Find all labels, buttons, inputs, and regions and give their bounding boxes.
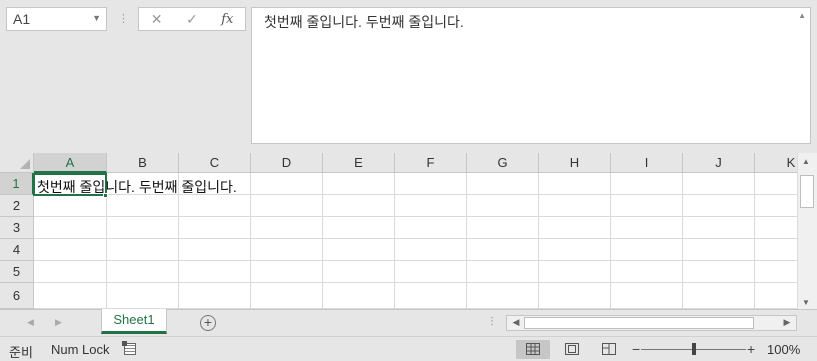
page-layout-icon [565,343,579,355]
scroll-right-icon[interactable]: ▶ [780,317,794,328]
formula-bar[interactable]: 첫번째 줄입니다. 두번째 줄입니다. ▲ [251,7,811,144]
column-header-d[interactable]: D [251,153,323,173]
worksheet-grid[interactable]: ABCDEFGHIJK 123456 첫번째 줄입니다. 두번째 줄입니다. [0,153,797,309]
chevron-down-icon[interactable]: ▼ [92,13,101,23]
row-header-3[interactable]: 3 [0,217,34,239]
gridline-horizontal [34,216,797,217]
cell-a1[interactable]: 첫번째 줄입니다. 두번째 줄입니다. [37,177,237,197]
column-header-i[interactable]: I [611,153,683,173]
status-ready: 준비 [9,345,33,360]
page-break-view-button[interactable] [592,340,626,359]
vertical-scrollbar[interactable]: ▲ ▼ [797,153,817,309]
select-all-triangle-icon [20,159,30,169]
column-header-f[interactable]: F [395,153,467,173]
row-header-2[interactable]: 2 [0,195,34,217]
macro-record-icon[interactable] [122,341,136,355]
gridline-horizontal [34,282,797,283]
cancel-icon[interactable]: ✕ [139,11,174,28]
column-header-k[interactable]: K [755,153,797,173]
scroll-left-icon[interactable]: ◀ [509,317,523,328]
row-header-6[interactable]: 6 [0,283,34,309]
row-header-1[interactable]: 1 [0,173,34,195]
zoom-slider-knob[interactable] [691,343,696,355]
sheet-tab-bar: ◀ ▶ Sheet1 + ⋮ ◀ ▶ [0,309,817,336]
gridline-horizontal [34,260,797,261]
scroll-up-icon[interactable]: ▲ [802,157,810,166]
status-bar: 준비 Num Lock − + 100% [0,336,817,361]
column-header-j[interactable]: J [683,153,755,173]
page-break-icon [602,343,616,355]
zoom-level[interactable]: 100% [767,342,800,357]
column-header-g[interactable]: G [467,153,539,173]
row-header-5[interactable]: 5 [0,261,34,283]
vertical-scroll-thumb[interactable] [800,175,814,208]
formula-bar-grip-icon[interactable]: ⋮ [118,11,129,27]
zoom-in-icon[interactable]: + [747,341,755,357]
page-layout-view-button[interactable] [555,340,589,359]
scroll-down-icon[interactable]: ▼ [802,298,810,307]
column-header-b[interactable]: B [107,153,179,173]
insert-function-icon[interactable]: fx [210,12,245,27]
name-box-value: A1 [13,11,31,27]
select-all-button[interactable] [0,153,34,173]
row-header-4[interactable]: 4 [0,239,34,261]
next-sheet-icon[interactable]: ▶ [55,317,62,328]
column-header-h[interactable]: H [539,153,611,173]
formula-buttons: ✕ ✓ fx [138,7,246,31]
normal-view-button[interactable] [516,340,550,359]
status-num-lock: Num Lock [51,342,110,357]
column-header-a[interactable]: A [34,153,107,173]
horizontal-scroll-thumb[interactable] [524,317,754,329]
check-icon[interactable]: ✓ [174,11,209,28]
add-sheet-icon[interactable]: + [200,315,216,331]
chevron-up-icon[interactable]: ▲ [798,11,806,20]
excel-window: A1 ▼ ⋮ ✕ ✓ fx 첫번째 줄입니다. 두번째 줄입니다. ▲ ABCD… [0,0,817,361]
column-header-e[interactable]: E [323,153,395,173]
column-header-c[interactable]: C [179,153,251,173]
name-box[interactable]: A1 ▼ [6,7,107,31]
prev-sheet-icon[interactable]: ◀ [27,317,34,328]
tab-splitter-icon[interactable]: ⋮ [487,316,497,327]
sheet-tab-sheet1[interactable]: Sheet1 [101,309,167,334]
zoom-out-icon[interactable]: − [632,341,640,357]
gridline-horizontal [34,238,797,239]
formula-bar-content: 첫번째 줄입니다. 두번째 줄입니다. [264,14,464,30]
horizontal-scrollbar[interactable]: ◀ ▶ [506,315,797,331]
normal-view-icon [526,343,540,355]
